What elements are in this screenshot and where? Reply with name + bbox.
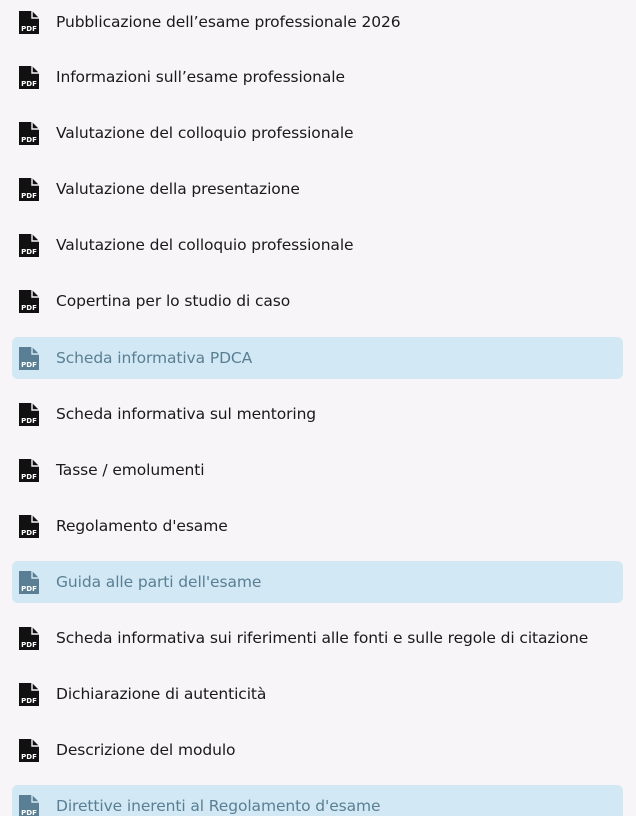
document-label: Scheda informativa sui riferimenti alle … (56, 629, 589, 647)
pdf-badge: PDF (21, 753, 37, 761)
document-link[interactable]: PDF Dichiarazione di autenticità (12, 673, 623, 715)
document-link[interactable]: PDF Regolamento d'esame (12, 505, 623, 547)
document-label: Descrizione del modulo (56, 741, 236, 759)
document-label: Valutazione del colloquio professionale (56, 236, 354, 254)
pdf-file-icon: PDF (19, 346, 39, 370)
document-label: Tasse / emolumenti (56, 461, 205, 479)
pdf-badge: PDF (21, 473, 37, 481)
pdf-badge: PDF (21, 641, 37, 649)
document-link[interactable]: PDF Tasse / emolumenti (12, 449, 623, 491)
pdf-badge: PDF (21, 248, 37, 256)
document-label: Dichiarazione di autenticità (56, 685, 267, 703)
document-link[interactable]: PDF Informazioni sull’esame professional… (12, 56, 623, 98)
document-label: Valutazione del colloquio professionale (56, 124, 354, 142)
pdf-file-icon: PDF (19, 402, 39, 426)
pdf-file-icon: PDF (19, 10, 39, 34)
document-link[interactable]: PDF Valutazione della presentazione (12, 168, 623, 210)
pdf-file-icon: PDF (19, 626, 39, 650)
pdf-file-icon: PDF (19, 289, 39, 313)
pdf-file-icon: PDF (19, 177, 39, 201)
document-link[interactable]: PDF Valutazione del colloquio profession… (12, 224, 623, 266)
pdf-file-icon: PDF (19, 738, 39, 762)
pdf-badge: PDF (21, 529, 37, 537)
pdf-file-icon: PDF (19, 121, 39, 145)
pdf-file-icon: PDF (19, 233, 39, 257)
document-label: Informazioni sull’esame professionale (56, 68, 345, 86)
document-list: PDF Pubblicazione dell’esame professiona… (0, 0, 636, 816)
document-label: Copertina per lo studio di caso (56, 292, 291, 310)
document-link[interactable]: PDF Pubblicazione dell’esame professiona… (12, 1, 623, 43)
document-label: Guida alle parti dell'esame (56, 573, 262, 591)
document-label: Pubblicazione dell’esame professionale 2… (56, 13, 401, 31)
pdf-badge: PDF (21, 585, 37, 593)
document-link[interactable]: PDF Valutazione del colloquio profession… (12, 112, 623, 154)
pdf-badge: PDF (21, 809, 37, 816)
pdf-badge: PDF (21, 697, 37, 705)
pdf-file-icon: PDF (19, 682, 39, 706)
document-link[interactable]: PDF Guida alle parti dell'esame (12, 561, 623, 603)
document-label: Direttive inerenti al Regolamento d'esam… (56, 797, 381, 815)
pdf-badge: PDF (21, 80, 37, 88)
pdf-badge: PDF (21, 136, 37, 144)
pdf-badge: PDF (21, 304, 37, 312)
pdf-file-icon: PDF (19, 65, 39, 89)
pdf-file-icon: PDF (19, 570, 39, 594)
document-link[interactable]: PDF Descrizione del modulo (12, 729, 623, 771)
pdf-file-icon: PDF (19, 514, 39, 538)
pdf-file-icon: PDF (19, 458, 39, 482)
document-link[interactable]: PDF Scheda informativa PDCA (12, 337, 623, 379)
document-label: Scheda informativa sul mentoring (56, 405, 317, 423)
document-label: Scheda informativa PDCA (56, 349, 253, 367)
document-label: Regolamento d'esame (56, 517, 228, 535)
document-label: Valutazione della presentazione (56, 180, 300, 198)
pdf-badge: PDF (21, 361, 37, 369)
document-link[interactable]: PDF Scheda informativa sul mentoring (12, 393, 623, 435)
pdf-badge: PDF (21, 417, 37, 425)
pdf-badge: PDF (21, 192, 37, 200)
document-link[interactable]: PDF Scheda informativa sui riferimenti a… (12, 617, 623, 659)
pdf-badge: PDF (21, 25, 37, 33)
pdf-file-icon: PDF (19, 794, 39, 816)
document-link[interactable]: PDF Direttive inerenti al Regolamento d'… (12, 785, 623, 816)
document-link[interactable]: PDF Copertina per lo studio di caso (12, 280, 623, 322)
